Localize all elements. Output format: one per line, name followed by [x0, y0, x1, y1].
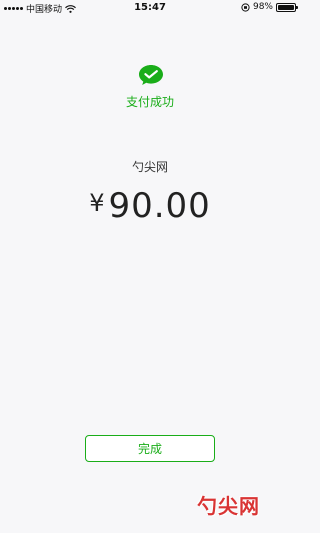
wechat-pay-icon: [139, 65, 163, 85]
battery-fill: [278, 4, 294, 10]
orientation-lock-icon: [241, 2, 250, 12]
battery-percent: 98%: [252, 2, 273, 12]
done-button[interactable]: 完成: [85, 435, 215, 462]
status-right: 98%: [241, 2, 298, 12]
merchant-name: 勺尖网: [131, 160, 168, 174]
status-bar: 中国移动 15:47 98%: [0, 0, 300, 16]
battery-icon: [276, 2, 298, 12]
currency-symbol: ¥: [89, 189, 105, 217]
amount-value: 90.00: [108, 186, 211, 226]
success-label: 支付成功: [125, 95, 174, 109]
watermark-logo: 勺尖网: [197, 494, 260, 518]
payment-success-screen: 中国移动 15:47 98% 支付成功 勺尖网 ¥90.00 完成 勺尖网: [0, 0, 300, 533]
payment-amount: ¥90.00: [0, 186, 300, 226]
